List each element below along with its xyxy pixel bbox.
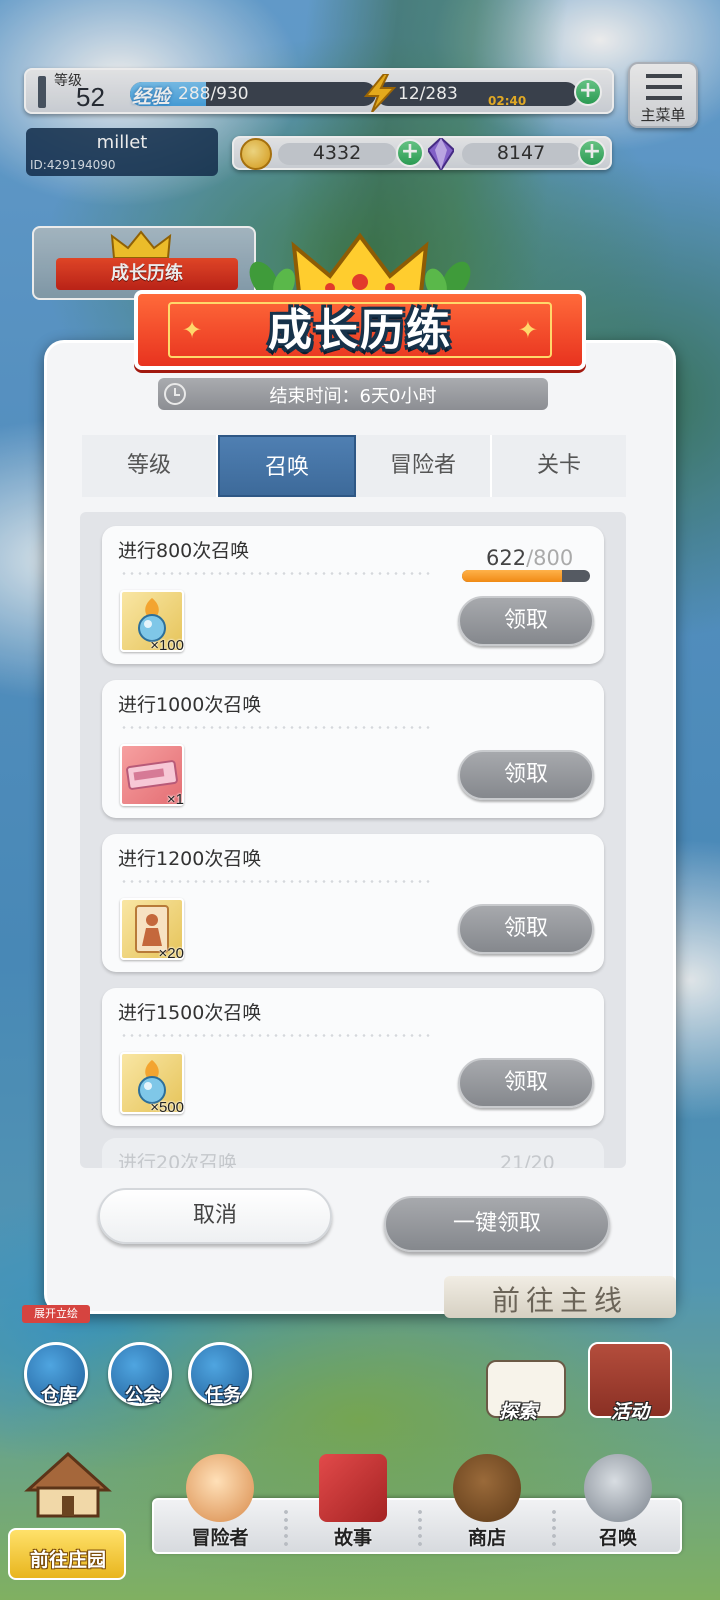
- dialog-title-banner: ✦ ✦ 成长历练: [134, 232, 586, 370]
- activity-button[interactable]: 活动: [582, 1330, 678, 1423]
- reward-quantity: ×500: [150, 1099, 184, 1116]
- nav-story-label: 故事: [333, 1527, 372, 1549]
- claim-all-button[interactable]: 一键领取: [384, 1196, 610, 1252]
- warehouse-label: 仓库: [41, 1385, 77, 1406]
- nav-summon-label: 召唤: [598, 1527, 637, 1549]
- divider: [120, 1034, 434, 1037]
- category-tabs: 等级 召唤 冒险者 关卡: [82, 435, 626, 497]
- task-card: 进行800次召唤 622/800 ×100 领取: [102, 526, 604, 664]
- task-progress-bar: [462, 570, 590, 582]
- task-list[interactable]: 进行800次召唤 622/800 ×100 领取 进行1000次召唤 ×1 领取: [80, 512, 626, 1168]
- guild-label: 公会: [125, 1385, 161, 1406]
- farm-house-icon: [24, 1451, 112, 1518]
- claim-button[interactable]: 领取: [458, 750, 594, 800]
- explore-label: 探索: [498, 1401, 537, 1423]
- quest-button[interactable]: 任务: [188, 1342, 252, 1406]
- story-book-icon: [319, 1454, 387, 1522]
- task-card: 进行1000次召唤 ×1 领取: [102, 680, 604, 818]
- task-progress-text: 21/20: [500, 1152, 555, 1168]
- nav-summon[interactable]: 召唤: [556, 1454, 680, 1552]
- nav-story[interactable]: 故事: [288, 1454, 418, 1552]
- claim-button[interactable]: 领取: [458, 596, 594, 646]
- reward-item[interactable]: ×20: [120, 898, 184, 962]
- tab-stage[interactable]: 关卡: [492, 435, 626, 497]
- task-progress-fill: [462, 570, 562, 582]
- bottom-nav: 冒险者 故事 商店 召唤: [152, 1454, 682, 1554]
- nav-adventurer-label: 冒险者: [191, 1527, 249, 1549]
- task-title: 进行1500次召唤: [118, 1002, 262, 1024]
- reward-quantity: ×1: [166, 791, 184, 808]
- reward-quantity: ×20: [158, 945, 184, 962]
- dialog-title: 成长历练: [268, 305, 452, 356]
- divider: [120, 572, 434, 575]
- tab-level[interactable]: 等级: [82, 435, 218, 497]
- reward-item[interactable]: ×500: [120, 1052, 184, 1116]
- warehouse-button[interactable]: 仓库: [24, 1342, 88, 1406]
- nav-adventurer[interactable]: 冒险者: [154, 1454, 286, 1552]
- task-title: 进行1200次召唤: [118, 848, 262, 870]
- divider: [120, 880, 434, 883]
- task-title: 进行800次召唤: [118, 540, 250, 562]
- cancel-button[interactable]: 取消: [98, 1188, 332, 1244]
- end-time-bar: 结束时间：6天0小时: [158, 378, 548, 410]
- task-card: 进行1500次召唤 ×500 领取: [102, 988, 604, 1126]
- task-card-partial: 进行20次召唤 21/20: [102, 1138, 604, 1168]
- task-progress-text: 622/800: [486, 546, 574, 570]
- task-title: 进行20次召唤: [118, 1152, 238, 1168]
- summon-hand-icon: [584, 1454, 652, 1522]
- claim-button[interactable]: 领取: [458, 1058, 594, 1108]
- task-title: 进行1000次召唤: [118, 694, 262, 716]
- reward-item[interactable]: ×100: [120, 590, 184, 654]
- end-time-text: 结束时间：6天0小时: [269, 386, 437, 407]
- go-mainline-button[interactable]: 前往主线: [444, 1276, 676, 1318]
- farm-label: 前往庄园: [29, 1549, 106, 1571]
- divider: [120, 726, 434, 729]
- explore-button[interactable]: 探索: [470, 1330, 566, 1423]
- shop-bag-icon: [453, 1454, 521, 1522]
- go-farm-button[interactable]: 前往庄园: [8, 1440, 128, 1580]
- expand-portrait-tag[interactable]: 展开立绘: [22, 1305, 90, 1323]
- tab-adventurer[interactable]: 冒险者: [356, 435, 492, 497]
- nav-shop-label: 商店: [467, 1527, 506, 1549]
- task-card: 进行1200次召唤 ×20 领取: [102, 834, 604, 972]
- tab-summon[interactable]: 召唤: [218, 435, 356, 497]
- claim-button[interactable]: 领取: [458, 904, 594, 954]
- guild-button[interactable]: 公会: [108, 1342, 172, 1406]
- nav-shop[interactable]: 商店: [422, 1454, 552, 1552]
- quest-label: 任务: [205, 1385, 241, 1406]
- adventurer-icon: [186, 1454, 254, 1522]
- activity-label: 活动: [610, 1401, 649, 1423]
- reward-item[interactable]: ×1: [120, 744, 184, 808]
- reward-quantity: ×100: [150, 637, 184, 654]
